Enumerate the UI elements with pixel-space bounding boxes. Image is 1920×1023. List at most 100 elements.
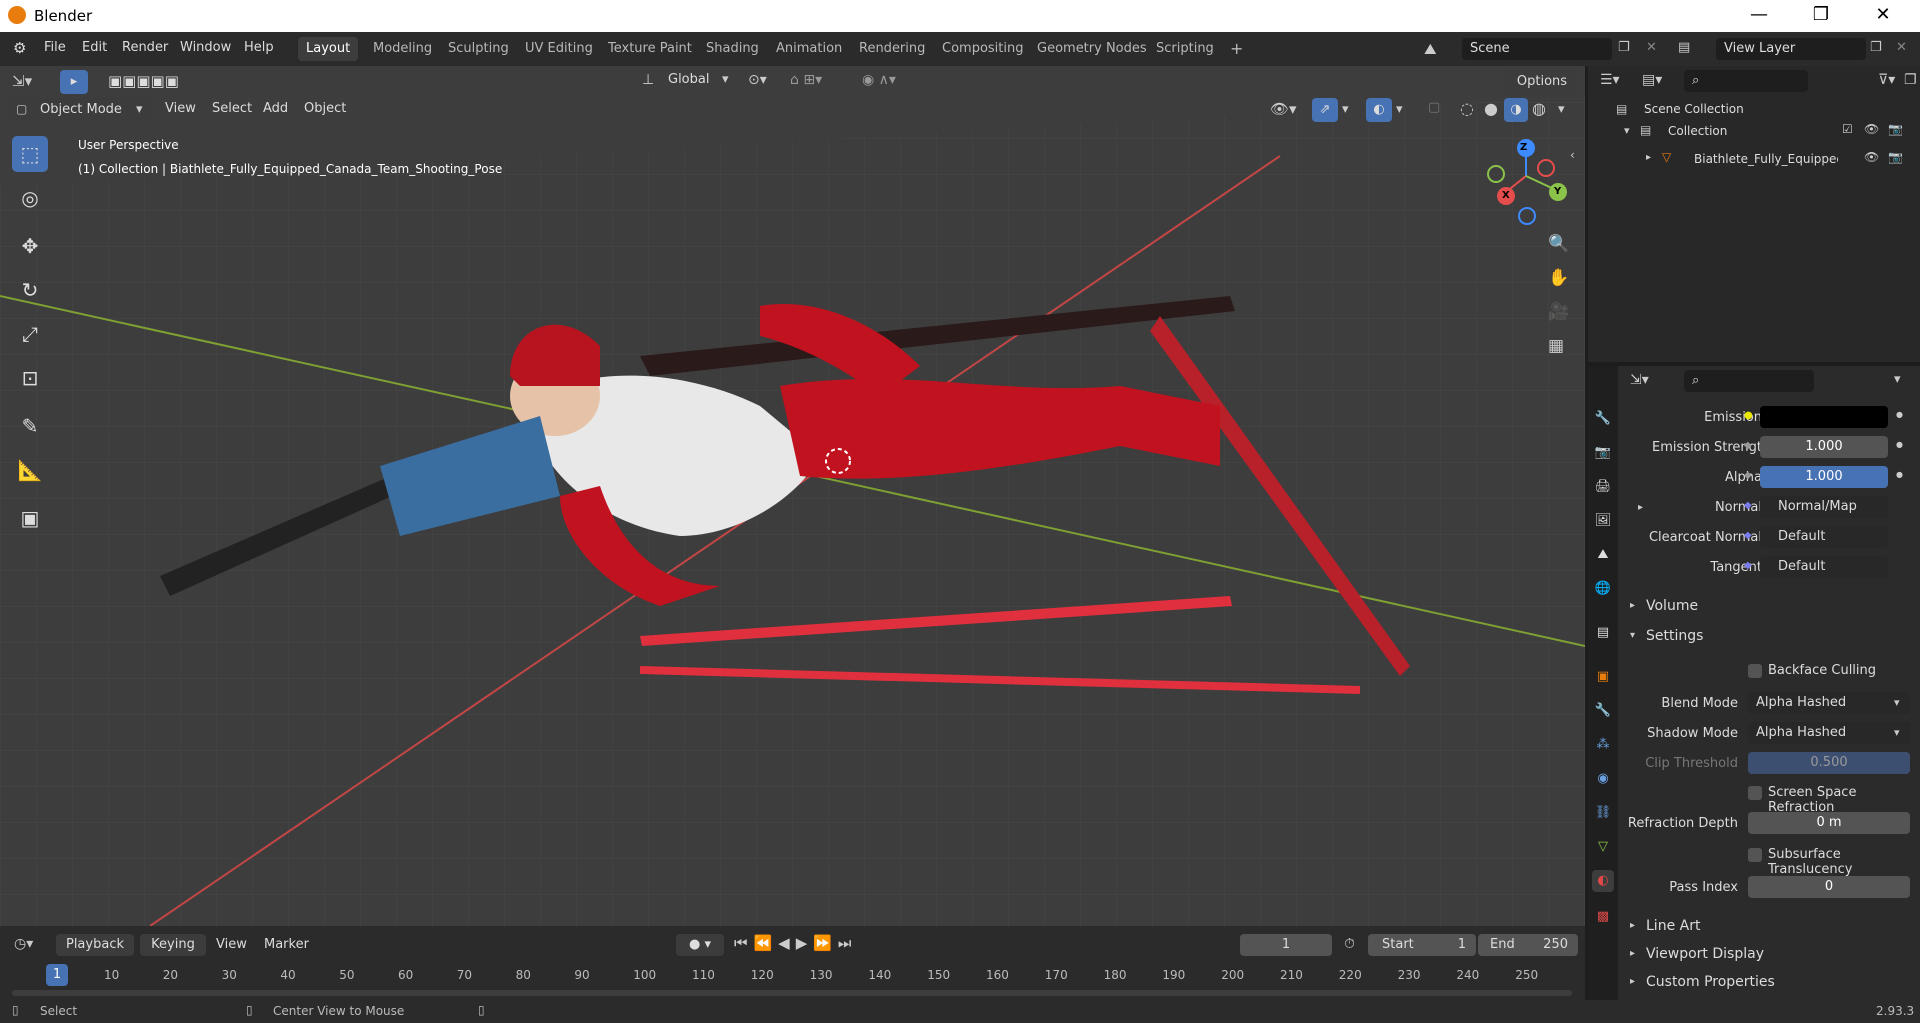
workspace-tab-modeling[interactable]: Modeling — [365, 37, 440, 61]
properties-editor-icon[interactable]: ⇲▾ — [1630, 372, 1649, 388]
add-cube-tool-icon[interactable]: ▣ — [12, 500, 48, 536]
backface-culling-checkbox[interactable] — [1748, 664, 1762, 678]
new-collection-icon[interactable]: ❐ — [1904, 72, 1917, 88]
workspace-tab-rendering[interactable]: Rendering — [851, 37, 933, 61]
menu-help[interactable]: Help — [244, 40, 274, 55]
menu-edit[interactable]: Edit — [82, 40, 107, 55]
zoom-icon[interactable]: 🔍 — [1548, 234, 1569, 254]
minimize-button[interactable]: — — [1732, 0, 1786, 32]
workspace-tab-animation[interactable]: Animation — [768, 37, 850, 61]
sidebar-toggle-icon[interactable]: ‹ — [1570, 148, 1575, 162]
new-scene-icon[interactable]: ❐ — [1618, 40, 1630, 55]
gizmo-chevron-icon[interactable]: ▾ — [1342, 102, 1349, 117]
line-art-expand-icon[interactable]: ▸ — [1630, 920, 1635, 931]
collection-label[interactable]: Collection — [1668, 124, 1727, 138]
physics-tab-icon[interactable]: ◉ — [1592, 768, 1614, 790]
selection-mode-icons[interactable]: ▣▣▣▣▣ — [108, 72, 179, 90]
editor-type-icon[interactable]: ⇲▾ — [12, 72, 32, 90]
workspace-tab-uv-editing[interactable]: UV Editing — [517, 37, 601, 61]
stopwatch-icon[interactable]: ⏱ — [1344, 936, 1355, 952]
sss-checkbox[interactable] — [1748, 848, 1762, 862]
maximize-button[interactable]: ❐ — [1794, 0, 1848, 32]
rotate-tool-icon[interactable]: ↻ — [12, 272, 48, 308]
scale-tool-icon[interactable]: ⤢ — [12, 316, 48, 352]
texture-tab-icon[interactable]: ▩ — [1592, 906, 1614, 928]
blend-mode-dropdown[interactable]: Alpha Hashed — [1748, 692, 1910, 714]
playback-controls-icon[interactable]: ⏮⏪◀▶⏩⏭ — [734, 934, 857, 952]
view-layer-tab-icon[interactable]: 🖼 — [1592, 510, 1614, 532]
tangent-field[interactable]: Default — [1760, 556, 1888, 578]
pass-index-field[interactable]: 0 — [1748, 876, 1910, 898]
viewport-menu-view[interactable]: View — [165, 101, 196, 116]
options-button[interactable]: Options — [1506, 70, 1578, 94]
view-layer-icon[interactable]: ▤ — [1678, 40, 1690, 55]
properties-search-input[interactable]: ⌕ — [1684, 370, 1814, 392]
viewport-display-section-header[interactable]: Viewport Display — [1646, 946, 1764, 962]
timeline-scrollbar[interactable] — [12, 990, 1572, 996]
visibility-eye-icon[interactable]: 👁▾ — [1270, 100, 1297, 118]
volume-expand-icon[interactable]: ▸ — [1630, 600, 1635, 611]
transform-orientation-dropdown[interactable]: Global — [668, 72, 709, 87]
shadow-mode-dropdown[interactable]: Alpha Hashed — [1748, 722, 1910, 744]
collection-eye-icon[interactable]: 👁 — [1864, 122, 1879, 136]
remove-scene-icon[interactable]: ✕ — [1646, 40, 1657, 55]
timeline-marker-menu[interactable]: Marker — [264, 937, 309, 952]
workspace-tab-geometry-nodes[interactable]: Geometry Nodes — [1029, 37, 1155, 61]
pan-hand-icon[interactable]: ✋ — [1548, 268, 1569, 288]
select-box-tool-icon[interactable]: ▸ — [60, 70, 88, 94]
output-tab-icon[interactable]: 🖨 — [1592, 476, 1614, 498]
scene-name-field[interactable]: Scene — [1462, 38, 1612, 60]
cursor-tool-icon[interactable]: ◎ — [12, 180, 48, 216]
emission-strength-field[interactable]: 1.000 — [1760, 436, 1888, 458]
normal-link-field[interactable]: Normal/Map — [1760, 496, 1888, 518]
workspace-tab-shading[interactable]: Shading — [698, 37, 767, 61]
collection-expand-icon[interactable]: ▾ — [1624, 124, 1630, 137]
properties-options-icon[interactable]: ▾ — [1894, 372, 1901, 387]
volume-section-header[interactable]: Volume — [1646, 598, 1698, 614]
alpha-keyframe-icon[interactable]: ● — [1896, 470, 1903, 479]
display-mode-icon[interactable]: ▤▾ — [1642, 72, 1662, 88]
snap-icon[interactable]: ⌂ ⊞▾ — [790, 72, 822, 88]
timeline-editor-icon[interactable]: ◷▾ — [14, 936, 33, 952]
current-frame-field[interactable]: 1 — [1240, 934, 1332, 956]
record-keyframe-icon[interactable]: ● ▾ — [676, 934, 724, 956]
collection-checkbox-icon[interactable]: ☑ — [1842, 122, 1853, 136]
viewport-display-expand-icon[interactable]: ▸ — [1630, 948, 1635, 959]
add-workspace-button[interactable]: + — [1222, 37, 1251, 61]
emission-color-swatch[interactable] — [1760, 406, 1888, 428]
close-button[interactable]: ✕ — [1856, 0, 1910, 32]
workspace-tab-texture-paint[interactable]: Texture Paint — [600, 37, 700, 61]
scene-tab-icon[interactable]: ⛰ — [1592, 544, 1614, 566]
playhead[interactable]: 1 — [46, 964, 68, 986]
menu-window[interactable]: Window — [180, 40, 231, 55]
shading-wireframe-icon[interactable]: ◌ — [1460, 99, 1474, 118]
xray-toggle-icon[interactable]: ▢ — [1428, 100, 1440, 115]
overlays-toggle-icon[interactable]: ◐ — [1366, 98, 1392, 122]
transform-tool-icon[interactable]: ⊡ — [12, 360, 48, 396]
collection-camera-icon[interactable]: 📷 — [1888, 122, 1903, 136]
data-tab-icon[interactable]: ▽ — [1592, 836, 1614, 858]
custom-props-expand-icon[interactable]: ▸ — [1630, 976, 1635, 987]
alpha-field[interactable]: 1.000 — [1760, 466, 1888, 488]
refraction-depth-field[interactable]: 0 m — [1748, 812, 1910, 834]
object-eye-icon[interactable]: 👁 — [1864, 150, 1879, 164]
menu-file[interactable]: File — [44, 40, 66, 55]
scene-icon[interactable]: ⛰ — [1424, 40, 1437, 58]
view-layer-field[interactable]: View Layer — [1716, 38, 1866, 60]
outliner-editor-icon[interactable]: ☰▾ — [1600, 72, 1620, 88]
clip-threshold-slider[interactable]: 0.500 — [1748, 752, 1910, 774]
move-tool-icon[interactable]: ✥ — [12, 228, 48, 264]
start-frame-field[interactable]: Start 1 — [1368, 934, 1476, 956]
workspace-tab-layout[interactable]: Layout — [298, 37, 359, 61]
shading-rendered-icon[interactable]: ◍ — [1532, 99, 1546, 118]
emission-keyframe-icon[interactable]: ● — [1896, 410, 1903, 419]
collection-tab-icon[interactable]: ▤ — [1592, 622, 1614, 644]
proportional-editing-icon[interactable]: ◉ ∧▾ — [862, 72, 896, 88]
viewport-menu-select[interactable]: Select — [212, 101, 252, 116]
camera-view-icon[interactable]: 🎥 — [1548, 302, 1569, 322]
viewport-menu-add[interactable]: Add — [263, 101, 288, 116]
emission-strength-keyframe-icon[interactable]: ● — [1896, 440, 1903, 449]
remove-view-layer-icon[interactable]: ✕ — [1896, 40, 1907, 55]
object-label[interactable]: Biathlete_Fully_Equippec — [1694, 152, 1838, 166]
object-mode-dropdown[interactable]: Object Mode — [10, 98, 150, 122]
